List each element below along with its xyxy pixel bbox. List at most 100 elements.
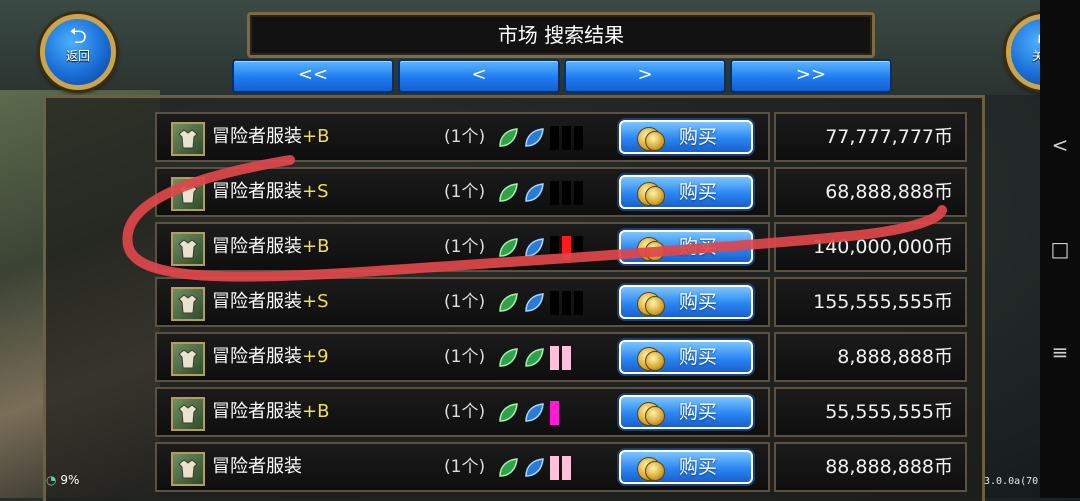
first-page-button[interactable]: << [232, 59, 394, 93]
buy-button[interactable]: 购买 [619, 395, 753, 429]
buy-button-label: 购买 [679, 291, 718, 313]
table-row: 冒险者服装+B (1个) 购买 77,777,777币 [155, 112, 967, 162]
outfit-icon [171, 287, 205, 321]
item-quantity: (1个) [444, 127, 486, 147]
item-grade: +9 [302, 346, 329, 367]
item-quantity: (1个) [444, 457, 486, 477]
buy-button-label: 购买 [679, 181, 718, 203]
item-price: 88,888,888币 [774, 442, 967, 492]
item-grade: +S [302, 291, 329, 312]
next-page-button[interactable]: > [564, 59, 726, 93]
socket-slot [574, 181, 583, 205]
item-cell: 冒险者服装+B (1个) 购买 [155, 112, 770, 162]
item-name: 冒险者服装+S [212, 279, 329, 325]
socket-slot [562, 291, 571, 315]
item-name-text: 冒险者服装 [212, 236, 302, 257]
coin-icon [645, 186, 665, 206]
system-menu-icon[interactable]: ≡ [1040, 340, 1080, 364]
item-grade: +B [302, 236, 330, 257]
buy-button-label: 购买 [679, 401, 718, 423]
buy-button[interactable]: 购买 [619, 340, 753, 374]
version-label: 3.0.0a(70) [984, 476, 1045, 487]
system-back-icon[interactable]: < [1040, 133, 1080, 157]
green-gem-icon [497, 237, 519, 259]
outfit-icon [171, 177, 205, 211]
item-name-text: 冒险者服装 [212, 401, 302, 422]
buy-button[interactable]: 购买 [619, 230, 753, 264]
table-row: 冒险者服装+S (1个) 购买 68,888,888币 [155, 167, 967, 217]
green-gem-icon [497, 292, 519, 314]
page-title: 市场 搜索结果 [247, 12, 875, 58]
green-gem-icon [497, 402, 519, 424]
item-grade: +S [302, 181, 329, 202]
item-grade: +B [302, 401, 330, 422]
item-quantity: (1个) [444, 182, 486, 202]
item-price: 8,888,888币 [774, 332, 967, 382]
item-name: 冒险者服装 [212, 444, 302, 490]
prev-page-button[interactable]: < [398, 59, 560, 93]
socket-slot [550, 126, 559, 150]
coin-icon [645, 296, 665, 316]
return-arrow-icon: ⮌ [69, 24, 87, 49]
item-price: 140,000,000币 [774, 222, 967, 272]
table-row: 冒险者服装 (1个) 购买 88,888,888币 [155, 442, 967, 492]
system-home-icon[interactable]: □ [1040, 237, 1080, 261]
coin-icon [645, 351, 665, 371]
blue-gem-icon [523, 292, 545, 314]
item-quantity: (1个) [444, 292, 486, 312]
item-cell: 冒险者服装+S (1个) 购买 [155, 277, 770, 327]
table-row: 冒险者服装+B (1个) 购买 140,000,000币 [155, 222, 967, 272]
battery-indicator: ◔ 9% [46, 473, 79, 487]
buy-button-label: 购买 [679, 456, 718, 478]
item-quantity: (1个) [444, 347, 486, 367]
item-quantity: (1个) [444, 402, 486, 422]
blue-gem-icon [523, 402, 545, 424]
socket-slot [550, 346, 559, 370]
system-navigation-bar: < □ ≡ [1040, 0, 1080, 498]
item-name: 冒险者服装+B [212, 389, 329, 435]
battery-percent: 9% [60, 473, 80, 487]
item-cell: 冒险者服装+B (1个) 购买 [155, 387, 770, 437]
battery-icon: ◔ [46, 473, 57, 487]
outfit-icon [171, 452, 205, 486]
green-gem-icon [497, 347, 519, 369]
table-row: 冒险者服装+S (1个) 购买 155,555,555币 [155, 277, 967, 327]
last-page-button[interactable]: >> [730, 59, 892, 93]
socket-slot [550, 401, 559, 425]
item-name: 冒险者服装+B [212, 224, 329, 270]
blue-gem-icon [523, 127, 545, 149]
coin-icon [645, 461, 665, 481]
buy-button-label: 购买 [679, 126, 718, 148]
green-gem-icon [497, 457, 519, 479]
buy-button[interactable]: 购买 [619, 450, 753, 484]
socket-slot [562, 456, 571, 480]
item-price: 155,555,555币 [774, 277, 967, 327]
item-name-text: 冒险者服装 [212, 456, 302, 477]
socket-slot [574, 236, 583, 260]
outfit-icon [171, 397, 205, 431]
back-button[interactable]: ⮌ 返回 [40, 14, 116, 90]
coin-icon [645, 406, 665, 426]
item-price: 68,888,888币 [774, 167, 967, 217]
item-name-text: 冒险者服装 [212, 346, 302, 367]
socket-slot [550, 456, 559, 480]
outfit-icon [171, 122, 205, 156]
item-grade: +B [302, 126, 330, 147]
buy-button[interactable]: 购买 [619, 285, 753, 319]
buy-button[interactable]: 购买 [619, 120, 753, 154]
socket-slot [550, 236, 559, 260]
green-gem-icon [497, 127, 519, 149]
item-name: 冒险者服装+S [212, 169, 329, 215]
outfit-icon [171, 342, 205, 376]
item-cell: 冒险者服装+9 (1个) 购买 [155, 332, 770, 382]
coin-icon [645, 241, 665, 261]
table-row: 冒险者服装+B (1个) 购买 55,555,555币 [155, 387, 967, 437]
item-name-text: 冒险者服装 [212, 291, 302, 312]
socket-slot [562, 126, 571, 150]
blue-gem-icon [523, 457, 545, 479]
item-cell: 冒险者服装+B (1个) 购买 [155, 222, 770, 272]
item-name: 冒险者服装+B [212, 114, 329, 160]
item-cell: 冒险者服装+S (1个) 购买 [155, 167, 770, 217]
back-button-label: 返回 [65, 49, 90, 63]
buy-button[interactable]: 购买 [619, 175, 753, 209]
